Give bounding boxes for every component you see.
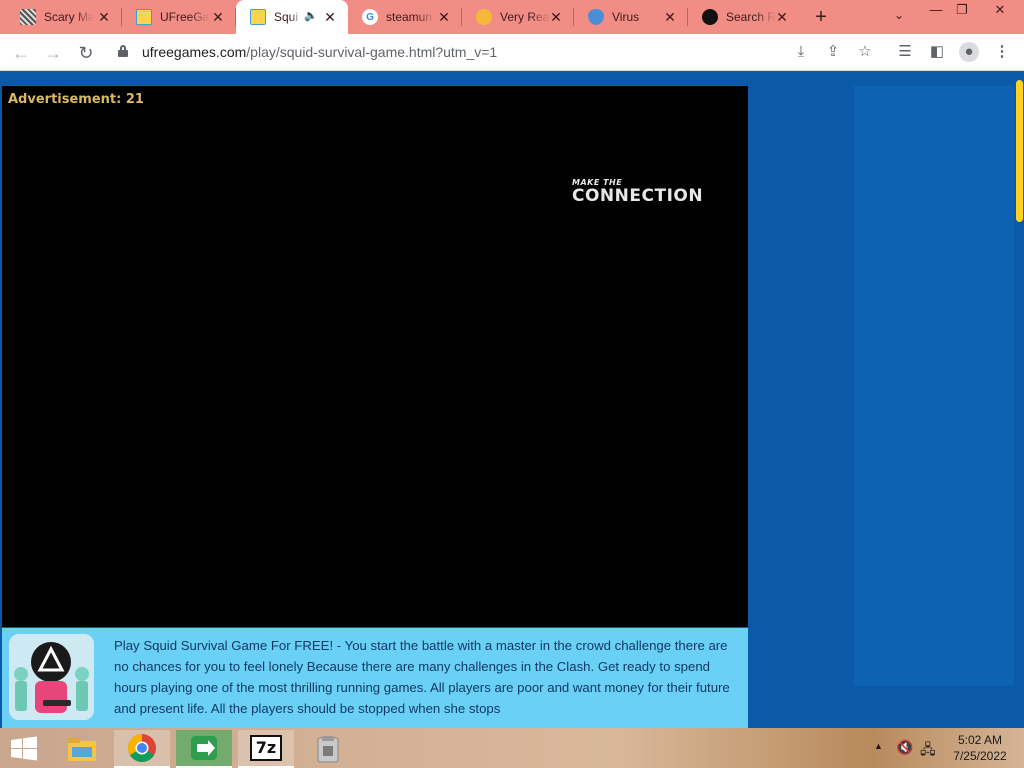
- close-icon[interactable]: ✕: [774, 9, 790, 25]
- close-icon[interactable]: ✕: [548, 9, 564, 25]
- taskbar-file-explorer[interactable]: [54, 730, 110, 768]
- profile-avatar-icon[interactable]: ●: [959, 42, 979, 62]
- install-download-icon[interactable]: ⤓: [791, 42, 811, 62]
- app-icon: [317, 736, 339, 763]
- taskbar-chrome[interactable]: [114, 730, 170, 768]
- tab-5[interactable]: Very Rea ✕: [462, 0, 574, 34]
- media-controls-icon[interactable]: ☰: [895, 42, 915, 62]
- windows-logo-icon: [11, 736, 37, 761]
- game-description-panel: Play Squid Survival Game For FREE! - You…: [2, 628, 748, 728]
- close-icon[interactable]: ✕: [322, 9, 338, 25]
- url-path: /play/squid-survival-game.html?utm_v=1: [246, 44, 498, 60]
- google-favicon-icon: G: [362, 9, 378, 25]
- taskbar-7zip[interactable]: 7z: [238, 730, 294, 768]
- side-panel-icon[interactable]: ◧: [927, 42, 947, 62]
- close-icon[interactable]: ✕: [210, 9, 226, 25]
- volume-muted-icon[interactable]: 🔇: [896, 739, 913, 768]
- close-icon[interactable]: ✕: [662, 9, 678, 25]
- share-icon[interactable]: ⇪: [823, 42, 843, 62]
- window-close-icon[interactable]: ✕: [984, 0, 1016, 20]
- browser-toolbar: ← → ↻ ufreegames.com/play/squid-survival…: [0, 34, 1024, 71]
- windows-taskbar: 7z ▲ 🔇 🖧 5:02 AM 7/25/2022: [0, 728, 1024, 768]
- tab-title: Search R: [726, 10, 776, 24]
- ufreegames-favicon-icon: [250, 9, 266, 25]
- tab-title: UFreeGa: [160, 10, 210, 24]
- ad-countdown-label: Advertisement: 21: [8, 92, 144, 107]
- dark-face-favicon-icon: [702, 9, 718, 25]
- close-icon[interactable]: ✕: [436, 9, 452, 25]
- lock-icon[interactable]: [118, 45, 128, 57]
- menu-kebab-icon[interactable]: ⋮: [992, 42, 1012, 62]
- address-bar[interactable]: ufreegames.com/play/squid-survival-game.…: [142, 44, 497, 60]
- tab-6[interactable]: Virus ✕: [574, 0, 688, 34]
- ad-logo[interactable]: MAKE THE CONNECTION: [572, 178, 703, 206]
- close-icon[interactable]: ✕: [96, 9, 112, 25]
- file-explorer-icon: [68, 738, 96, 761]
- tab-title: Virus: [612, 10, 640, 24]
- chrome-icon: [128, 734, 156, 762]
- game-description-text: Play Squid Survival Game For FREE! - You…: [114, 638, 730, 716]
- tab-search-chevron-icon[interactable]: ⌄: [890, 8, 908, 26]
- tab-2[interactable]: UFreeGa ✕: [122, 0, 236, 34]
- tab-title: steamun: [386, 10, 433, 24]
- tab-title: Squi: [274, 10, 299, 24]
- ad-logo-big-text: CONNECTION: [572, 186, 704, 206]
- emoji-favicon-icon: [476, 9, 492, 25]
- transfer-app-icon: [191, 736, 217, 760]
- forward-arrow-icon[interactable]: →: [42, 42, 64, 64]
- tray-chevron-up-icon[interactable]: ▲: [874, 741, 883, 768]
- game-thumbnail[interactable]: [9, 634, 94, 720]
- speaker-icon[interactable]: 🔈: [304, 9, 318, 22]
- scrollbar-thumb[interactable]: [1016, 80, 1023, 222]
- 7zip-icon: 7z: [250, 735, 282, 761]
- start-button[interactable]: [0, 730, 48, 768]
- network-icon[interactable]: 🖧: [920, 739, 936, 768]
- side-ad-panel: [854, 86, 1014, 686]
- page-scrollbar[interactable]: [1014, 72, 1024, 728]
- tab-title: Very Rea: [500, 10, 550, 24]
- tab-title: Scary Ma: [44, 10, 94, 24]
- clock-date: 7/25/2022: [953, 749, 1007, 763]
- restore-icon[interactable]: ❐: [946, 0, 978, 20]
- back-arrow-icon[interactable]: ←: [10, 42, 32, 64]
- tab-7[interactable]: Search R ✕: [688, 0, 800, 34]
- tab-1[interactable]: Scary Ma ✕: [6, 0, 122, 34]
- tab-strip: Scary Ma ✕ UFreeGa ✕ Squi 🔈 ✕ G steamun …: [0, 0, 1024, 34]
- taskbar-transfer-app[interactable]: [176, 730, 232, 768]
- checker-favicon-icon: [20, 9, 36, 25]
- bookmark-star-icon[interactable]: ☆: [855, 42, 875, 62]
- game-frame[interactable]: Advertisement: 21 MAKE THE CONNECTION: [2, 86, 748, 627]
- taskbar-app[interactable]: [300, 730, 356, 768]
- eye-favicon-icon: [588, 9, 604, 25]
- taskbar-clock[interactable]: 5:02 AM 7/25/2022: [940, 732, 1020, 764]
- url-host: ufreegames.com: [142, 44, 247, 60]
- tab-3-active[interactable]: Squi 🔈 ✕: [236, 0, 348, 34]
- reload-icon[interactable]: ↻: [75, 42, 97, 64]
- squid-guard-thumbnail-icon: [9, 634, 94, 720]
- new-tab-plus-icon[interactable]: +: [810, 6, 832, 28]
- tab-4[interactable]: G steamun ✕: [348, 0, 462, 34]
- web-page: Advertisement: 21 MAKE THE CONNECTION Pl: [0, 72, 1024, 728]
- ufreegames-favicon-icon: [136, 9, 152, 25]
- clock-time: 5:02 AM: [957, 733, 1003, 747]
